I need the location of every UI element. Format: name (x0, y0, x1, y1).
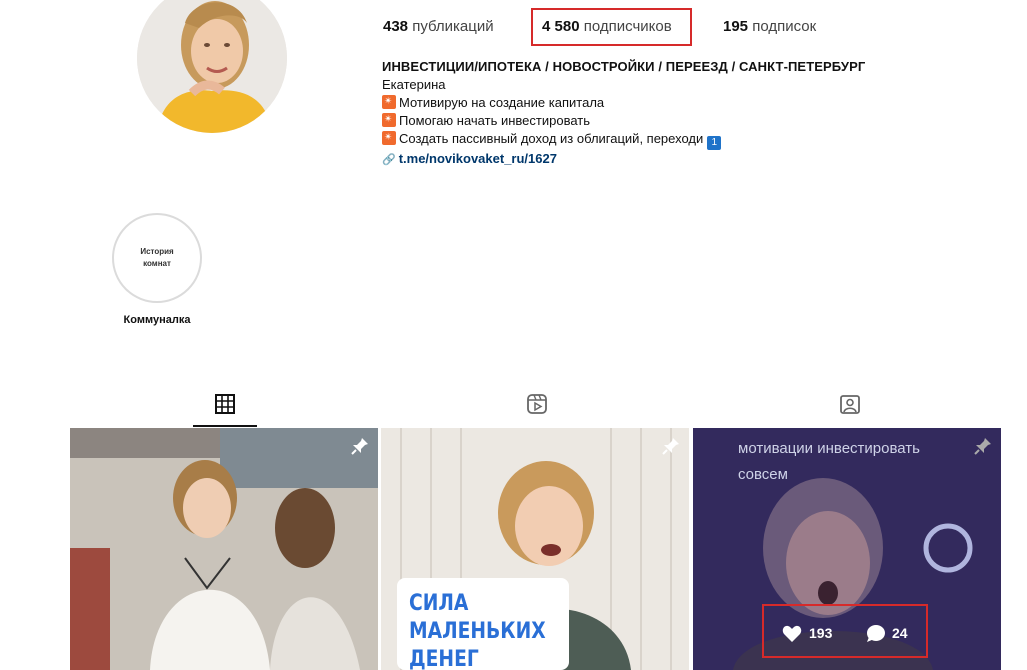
bio-link[interactable]: t.me/novikovaket_ru/1627 (399, 151, 557, 166)
followers-highlight-box (531, 8, 692, 46)
tab-tagged[interactable] (833, 393, 867, 417)
bio-name: Екатерина (382, 77, 446, 92)
sparkle-icon (382, 113, 396, 127)
tab-posts[interactable] (208, 393, 242, 417)
following-label: подписок (752, 18, 817, 35)
profile-avatar[interactable] (137, 0, 287, 133)
post-2-text-line-2: МАЛЕНЬКИХ (409, 619, 546, 644)
grid-icon (215, 394, 235, 414)
tagged-icon (840, 395, 860, 414)
profile-bio: ИНВЕСТИЦИИ/ИПОТЕКА / НОВОСТРОЙКИ / ПЕРЕЕ… (382, 58, 1002, 169)
bio-line-1: Мотивирую на создание капитала (382, 94, 1002, 112)
post-3-caption: мотивации инвестировать совсем (738, 436, 920, 488)
bio-line-1-text: Мотивирую на создание капитала (399, 95, 605, 110)
highlight-cover: История комнат (118, 219, 196, 297)
pin-icon (661, 436, 681, 461)
post-3-caption-line-2: совсем (738, 466, 788, 483)
bio-line-3-text: Создать пассивный доход из облигаций, пе… (399, 131, 704, 146)
post-2[interactable]: СИЛА МАЛЕНЬКИХ ДЕНЕГ (381, 428, 689, 670)
pin-icon (973, 436, 993, 461)
bio-line-2: Помогаю начать инвестировать (382, 112, 1002, 130)
active-tab-indicator (193, 425, 257, 427)
posts-count-stat: 438 публикаций (383, 18, 494, 35)
following-count: 195 (723, 18, 749, 35)
tab-reels[interactable] (520, 393, 554, 417)
post-1[interactable] (70, 428, 378, 670)
link-icon: 🔗 (382, 154, 396, 166)
story-highlight[interactable]: История комнат (112, 213, 202, 303)
highlight-cover-line-2: комнат (143, 259, 171, 268)
post-3-caption-line-1: мотивации инвестировать (738, 440, 920, 457)
post-2-overlay-text: СИЛА МАЛЕНЬКИХ ДЕНЕГ (409, 590, 546, 670)
sparkle-icon (382, 95, 396, 109)
bio-link-row: 🔗 t.me/novikovaket_ru/1627 (382, 150, 1002, 169)
posts-count: 438 (383, 18, 409, 35)
reels-icon (527, 394, 547, 414)
avatar-photo (137, 0, 287, 133)
sparkle-icon (382, 131, 396, 145)
number-one-icon: 1 (707, 136, 722, 150)
highlight-cover-line-1: История (140, 247, 174, 256)
post-2-text-line-3: ДЕНЕГ (409, 647, 479, 670)
bio-line-2-text: Помогаю начать инвестировать (399, 113, 591, 128)
highlight-label[interactable]: Коммуналка (100, 314, 214, 326)
post-1-image (70, 428, 378, 670)
pin-icon (350, 436, 370, 461)
posts-label: публикаций (412, 18, 494, 35)
following-stat[interactable]: 195 подписок (723, 18, 816, 35)
bio-line-3: Создать пассивный доход из облигаций, пе… (382, 130, 1002, 150)
engagement-highlight-box (762, 604, 928, 658)
bio-title: ИНВЕСТИЦИИ/ИПОТЕКА / НОВОСТРОЙКИ / ПЕРЕЕ… (382, 59, 866, 74)
post-2-text-line-1: СИЛА (409, 591, 469, 616)
